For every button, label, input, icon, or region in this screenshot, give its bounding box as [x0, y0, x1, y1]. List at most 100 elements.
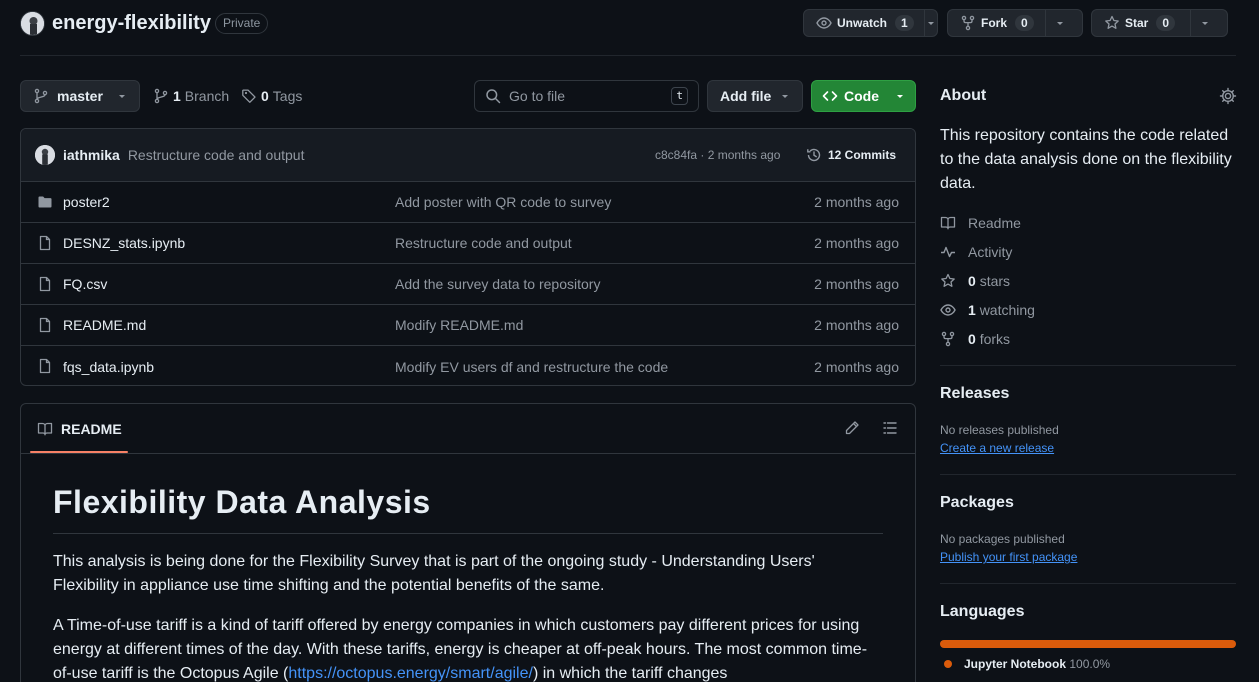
readme-paragraph-1: This analysis is being done for the Flex… — [53, 553, 815, 594]
file-date: 2 months ago — [814, 194, 899, 210]
file-commit-message[interactable]: Add poster with QR code to survey — [395, 194, 611, 210]
chevron-down-icon[interactable] — [925, 10, 937, 36]
code-icon — [822, 88, 838, 104]
branches-label: Branch — [184, 88, 230, 104]
search-icon — [485, 88, 501, 104]
watching-link[interactable]: 1 watching — [940, 302, 1035, 318]
add-file-label: Add file — [720, 88, 772, 104]
eye-icon — [816, 15, 832, 31]
pulse-icon — [940, 244, 956, 260]
activity-link-label: Activity — [968, 244, 1013, 260]
language-item[interactable]: Jupyter Notebook 100.0% — [944, 657, 1110, 671]
eye-icon — [940, 302, 956, 318]
about-description: This repository contains the code relate… — [940, 127, 1232, 192]
tag-icon — [241, 88, 257, 104]
star-icon — [940, 273, 956, 289]
pencil-icon[interactable] — [844, 420, 860, 436]
languages-title: Languages — [940, 603, 1025, 620]
avatar[interactable] — [35, 145, 55, 165]
forks-link[interactable]: 0 forks — [940, 331, 1010, 347]
language-color-dot — [944, 660, 952, 668]
file-date: 2 months ago — [814, 276, 899, 292]
commits-link[interactable]: 12 Commits — [806, 147, 896, 163]
language-name: Jupyter Notebook — [964, 657, 1067, 671]
branches-count: 1 — [173, 88, 181, 104]
repo-owner-avatar[interactable] — [20, 11, 45, 36]
file-icon — [37, 235, 53, 251]
sidebar-divider — [940, 365, 1236, 366]
go-to-file-placeholder: Go to file — [509, 88, 566, 104]
file-name[interactable]: README.md — [63, 317, 146, 333]
file-name[interactable]: DESNZ_stats.ipynb — [63, 235, 185, 251]
activity-link[interactable]: Activity — [940, 244, 1012, 260]
file-date: 2 months ago — [814, 317, 899, 333]
branch-icon — [33, 88, 49, 104]
latest-commit-row: iathmika Restructure code and output c8c… — [21, 129, 915, 182]
table-row[interactable]: poster2 Add poster with QR code to survey… — [21, 182, 915, 223]
branch-name: master — [57, 88, 103, 104]
readme-tab[interactable]: README — [37, 421, 122, 437]
forks-count: 0 — [968, 331, 976, 347]
table-row[interactable]: fqs_data.ipynb Modify EV users df and res… — [21, 346, 915, 385]
readme-link[interactable]: Readme — [940, 215, 1021, 231]
visibility-badge: Private — [215, 13, 269, 34]
octopus-agile-link[interactable]: https://octopus.energy/smart/agile/ — [288, 665, 533, 682]
readme-paragraph-2: A Time-of-use tariff is a kind of tariff… — [53, 614, 883, 682]
releases-title[interactable]: Releases — [940, 385, 1009, 403]
file-name[interactable]: FQ.csv — [63, 276, 107, 292]
commits-count: 12 Commits — [828, 148, 897, 162]
table-row[interactable]: README.md Modify README.md 2 months ago — [21, 305, 915, 346]
file-icon — [37, 317, 53, 333]
file-date: 2 months ago — [814, 358, 899, 375]
watch-button[interactable]: Unwatch 1 — [803, 9, 938, 37]
fork-button[interactable]: Fork 0 — [947, 9, 1083, 37]
table-row[interactable]: FQ.csv Add the survey data to repository 2… — [21, 264, 915, 305]
chevron-down-icon — [117, 91, 127, 101]
chevron-down-icon[interactable] — [1046, 10, 1074, 36]
file-commit-message[interactable]: Restructure code and output — [395, 235, 572, 251]
stars-count: 0 — [968, 273, 976, 289]
file-commit-message[interactable]: Add the survey data to repository — [395, 276, 600, 292]
readme-panel: README Flexibility Data Analysis This an… — [20, 403, 916, 682]
star-button[interactable]: Star 0 — [1091, 9, 1228, 37]
file-name[interactable]: fqs_data.ipynb — [63, 359, 154, 375]
code-label: Code — [844, 88, 879, 104]
star-icon — [1104, 15, 1120, 31]
branch-selector[interactable]: master — [20, 80, 140, 112]
chevron-down-icon — [895, 91, 905, 101]
watch-count: 1 — [895, 15, 914, 31]
header-divider — [20, 55, 1236, 56]
packages-title[interactable]: Packages — [940, 494, 1014, 512]
file-date: 2 months ago — [814, 235, 899, 251]
stars-link[interactable]: 0 stars — [940, 273, 1010, 289]
commit-message[interactable]: Restructure code and output — [128, 147, 305, 163]
sidebar-divider — [940, 583, 1236, 584]
chevron-down-icon — [780, 91, 790, 101]
file-name[interactable]: poster2 — [63, 194, 110, 210]
readme-heading: Flexibility Data Analysis — [53, 484, 883, 534]
chevron-down-icon[interactable] — [1191, 10, 1219, 36]
branches-link[interactable]: 1 Branch — [153, 88, 229, 104]
commit-author[interactable]: iathmika — [63, 147, 120, 163]
file-commit-message[interactable]: Modify README.md — [395, 317, 523, 333]
file-commit-message[interactable]: Modify EV users df and restructure the c… — [395, 359, 668, 375]
language-percent: 100.0% — [1069, 657, 1111, 671]
go-to-file-input[interactable]: Go to file t — [474, 80, 699, 112]
code-button[interactable]: Code — [811, 80, 916, 112]
watch-label: Unwatch — [837, 16, 888, 30]
keyboard-shortcut: t — [671, 87, 688, 105]
create-release-link[interactable]: Create a new release — [940, 441, 1054, 455]
book-icon — [37, 421, 53, 437]
tags-link[interactable]: 0 Tags — [241, 88, 302, 104]
tags-count: 0 — [261, 88, 269, 104]
commit-hash-date[interactable]: c8c84fa · 2 months ago — [655, 148, 780, 162]
table-row[interactable]: DESNZ_stats.ipynb Restructure code and ou… — [21, 223, 915, 264]
add-file-button[interactable]: Add file — [707, 80, 803, 112]
gear-icon[interactable] — [1219, 87, 1237, 105]
outline-list-icon[interactable] — [882, 420, 898, 436]
tags-label: Tags — [272, 88, 303, 104]
watching-count: 1 — [968, 302, 976, 318]
readme-link-label: Readme — [968, 215, 1021, 231]
repo-name[interactable]: energy-flexibility — [52, 12, 211, 35]
publish-package-link[interactable]: Publish your first package — [940, 550, 1077, 564]
